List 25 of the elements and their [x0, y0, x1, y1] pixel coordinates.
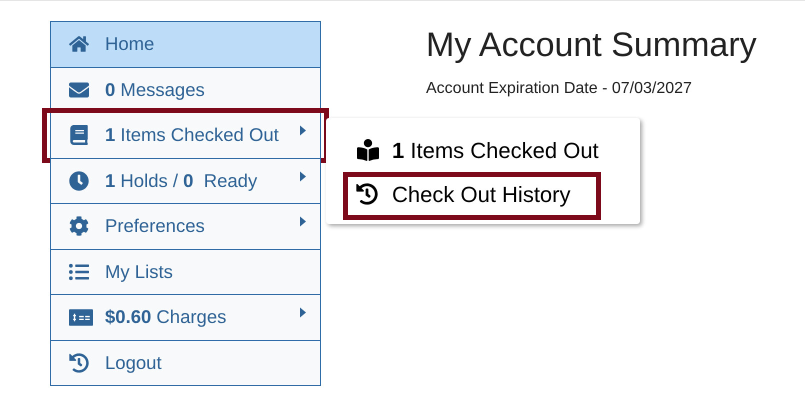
settings-icon: [69, 216, 89, 236]
list-icon: [69, 262, 89, 282]
menu-item[interactable]: Check Out History: [356, 172, 610, 216]
home-icon: [69, 34, 89, 54]
caret-icon: [300, 307, 306, 318]
envelope-icon: [69, 80, 89, 100]
sidebar-item[interactable]: 1 Items Checked Out: [50, 112, 321, 158]
page-title: My Account Summary: [426, 25, 757, 65]
bill-icon: [69, 308, 93, 326]
caret-icon: [300, 125, 306, 136]
history-icon: [69, 352, 89, 373]
clock-icon: [69, 170, 89, 191]
sidebar-item[interactable]: Home: [50, 21, 321, 68]
sidebar-item[interactable]: 1 Holds / 0 Ready: [50, 158, 321, 204]
book-icon: [69, 125, 89, 146]
sidebar-item[interactable]: Preferences: [50, 203, 321, 250]
history-icon: [356, 183, 378, 205]
sidebar-item[interactable]: My Lists: [50, 248, 321, 295]
caret-icon: [300, 216, 306, 227]
menu-item[interactable]: 1 Items Checked Out: [356, 128, 610, 172]
sidebar-item[interactable]: $0.60 Charges: [50, 294, 321, 340]
reader-icon: [356, 139, 380, 161]
sidebar-item[interactable]: Logout: [50, 340, 321, 386]
expiration-date: Account Expiration Date - 07/03/2027: [426, 79, 693, 99]
caret-icon: [300, 170, 306, 182]
